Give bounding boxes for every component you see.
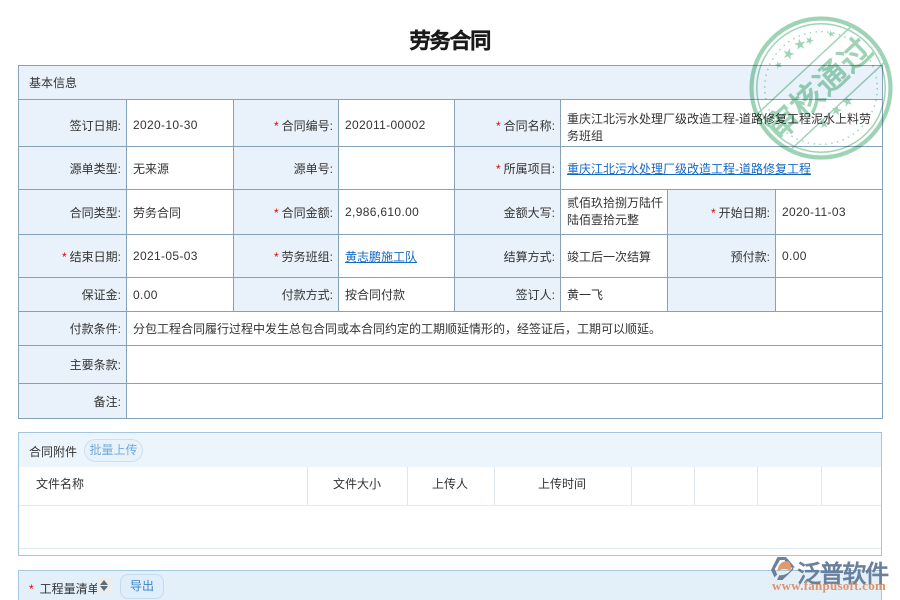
- svg-text:审核通过: 审核通过: [759, 30, 880, 146]
